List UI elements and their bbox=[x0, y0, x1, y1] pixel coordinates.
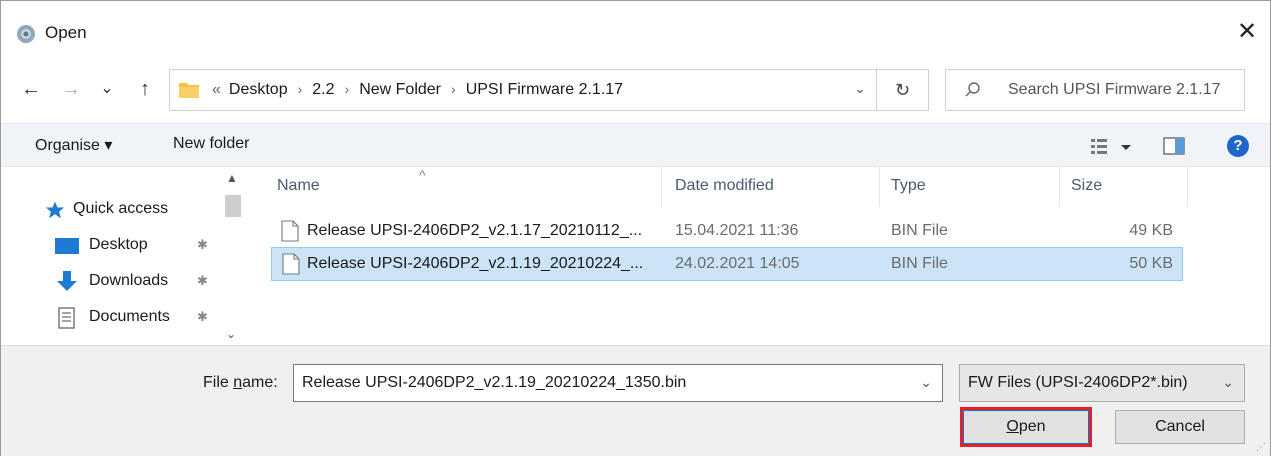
table-row[interactable]: Release UPSI-2406DP2_v2.1.17_20210112_..… bbox=[271, 215, 1183, 249]
help-button[interactable]: ? bbox=[1227, 135, 1249, 157]
column-header-size[interactable]: Size bbox=[1071, 177, 1102, 195]
sidebar-item-label: Desktop bbox=[89, 236, 148, 253]
search-box[interactable]: Search UPSI Firmware 2.1.17 bbox=[945, 69, 1245, 111]
column-divider[interactable] bbox=[879, 167, 880, 207]
address-bar[interactable]: « Desktop › 2.2 › New Folder › UPSI Firmware 2.… bbox=[169, 69, 877, 111]
organise-button[interactable]: Organise ▾ bbox=[35, 135, 112, 155]
column-header-type[interactable]: Type bbox=[891, 177, 926, 195]
label-part: ame: bbox=[242, 374, 278, 391]
file-size: 49 KB bbox=[1129, 222, 1173, 239]
folder-icon bbox=[179, 83, 199, 98]
scrollbar-thumb[interactable] bbox=[225, 195, 241, 217]
file-size: 50 KB bbox=[1129, 255, 1173, 272]
close-button[interactable]: ✕ bbox=[1232, 17, 1262, 47]
file-name: Release UPSI-2406DP2_v2.1.19_20210224_..… bbox=[307, 255, 644, 272]
search-input[interactable]: Search UPSI Firmware 2.1.17 bbox=[1008, 81, 1221, 99]
cancel-button[interactable]: Cancel bbox=[1115, 410, 1245, 444]
file-name: Release UPSI-2406DP2_v2.1.17_20210112_..… bbox=[307, 222, 643, 239]
column-divider[interactable] bbox=[1187, 167, 1188, 207]
navigation-bar: ← → ⌄ ↑ « Desktop › 2.2 › New Folder › UPSI Fir… bbox=[1, 65, 1270, 113]
file-type-filter[interactable]: FW Files (UPSI-2406DP2*.bin) ⌄ bbox=[959, 364, 1245, 402]
sidebar-item-label: Quick access bbox=[73, 200, 169, 217]
file-icon bbox=[282, 253, 300, 275]
preview-pane-icon[interactable] bbox=[1163, 137, 1185, 155]
address-dropdown-icon[interactable]: ⌄ bbox=[854, 80, 866, 97]
recent-locations-button[interactable]: ⌄ bbox=[93, 71, 121, 107]
sidebar-item-label: Downloads bbox=[89, 272, 169, 289]
documents-icon bbox=[58, 307, 75, 329]
breadcrumb-overflow[interactable]: « bbox=[212, 81, 221, 98]
title-bar: Open ✕ bbox=[1, 1, 1270, 61]
file-date: 24.02.2021 14:05 bbox=[675, 255, 800, 272]
file-name-label: File name: bbox=[203, 374, 278, 392]
file-type: BIN File bbox=[891, 222, 948, 239]
breadcrumb-separator[interactable]: › bbox=[451, 81, 456, 97]
label-part: File bbox=[203, 374, 234, 391]
file-name-value[interactable]: Release UPSI-2406DP2_v2.1.19_20210224_13… bbox=[302, 374, 686, 392]
forward-button[interactable]: → bbox=[57, 71, 85, 107]
window-title: Open bbox=[45, 23, 87, 42]
dialog-footer: File name: Release UPSI-2406DP2_v2.1.19_… bbox=[1, 345, 1270, 456]
breadcrumb-desktop[interactable]: Desktop bbox=[229, 81, 288, 98]
chevron-down-icon[interactable]: ⌄ bbox=[1222, 374, 1234, 391]
file-name-input[interactable]: Release UPSI-2406DP2_v2.1.19_20210224_13… bbox=[293, 364, 943, 402]
sidebar-item-label: Documents bbox=[89, 308, 170, 325]
command-toolbar: Organise ▾ New folder ? bbox=[1, 123, 1270, 167]
scroll-down-icon[interactable]: ⌄ bbox=[226, 327, 236, 341]
refresh-button[interactable]: ↻ bbox=[877, 69, 929, 111]
pin-icon[interactable]: ✱ bbox=[197, 273, 208, 289]
new-folder-button[interactable]: New folder bbox=[173, 135, 249, 153]
breadcrumb-upsi-firmware[interactable]: UPSI Firmware 2.1.17 bbox=[466, 81, 623, 98]
breadcrumb-separator[interactable]: › bbox=[345, 81, 350, 97]
search-icon bbox=[965, 82, 980, 97]
downloads-icon bbox=[57, 271, 77, 291]
breadcrumb: « Desktop › 2.2 › New Folder › UPSI Firmware 2.… bbox=[212, 81, 623, 99]
chevron-down-icon[interactable]: ⌄ bbox=[920, 374, 932, 391]
change-view-icon[interactable] bbox=[1091, 136, 1141, 158]
open-button[interactable]: Open bbox=[963, 410, 1089, 444]
resize-grip-icon[interactable]: ⋰ bbox=[1256, 442, 1266, 453]
navigation-pane-scrollbar[interactable]: ▲ ⌄ bbox=[223, 167, 243, 343]
app-gear-icon bbox=[17, 25, 35, 43]
up-button[interactable]: ↑ bbox=[131, 71, 159, 107]
navigation-pane: Quick access Desktop ✱ Downloads ✱ Docum… bbox=[1, 167, 249, 343]
table-row-selected[interactable]: Release UPSI-2406DP2_v2.1.19_20210224_..… bbox=[271, 247, 1183, 281]
file-icon bbox=[281, 220, 299, 242]
desktop-icon bbox=[55, 238, 79, 254]
column-header-date[interactable]: Date modified bbox=[675, 177, 774, 195]
column-divider[interactable] bbox=[1059, 167, 1060, 207]
file-type-filter-value: FW Files (UPSI-2406DP2*.bin) bbox=[968, 374, 1188, 391]
label-accesskey: n bbox=[233, 374, 243, 391]
back-button[interactable]: ← bbox=[17, 71, 45, 107]
file-list: ^ Name Date modified Type Size Release U… bbox=[251, 167, 1261, 343]
breadcrumb-2-2[interactable]: 2.2 bbox=[312, 81, 334, 98]
open-label: pen bbox=[1018, 418, 1046, 435]
column-header-name[interactable]: Name bbox=[277, 177, 320, 195]
open-accesskey: O bbox=[1006, 418, 1019, 435]
breadcrumb-separator[interactable]: › bbox=[298, 81, 303, 97]
sort-ascending-icon: ^ bbox=[419, 167, 426, 183]
open-file-dialog: Open ✕ ← → ⌄ ↑ « Desktop › 2.2 › New Folder › U… bbox=[0, 0, 1271, 456]
star-icon bbox=[45, 201, 65, 219]
pin-icon[interactable]: ✱ bbox=[197, 309, 208, 325]
scroll-up-icon[interactable]: ▲ bbox=[226, 171, 238, 185]
breadcrumb-new-folder[interactable]: New Folder bbox=[359, 81, 441, 98]
column-divider[interactable] bbox=[661, 167, 662, 207]
file-type: BIN File bbox=[891, 255, 948, 272]
file-date: 15.04.2021 11:36 bbox=[675, 222, 799, 239]
pin-icon[interactable]: ✱ bbox=[197, 237, 208, 253]
